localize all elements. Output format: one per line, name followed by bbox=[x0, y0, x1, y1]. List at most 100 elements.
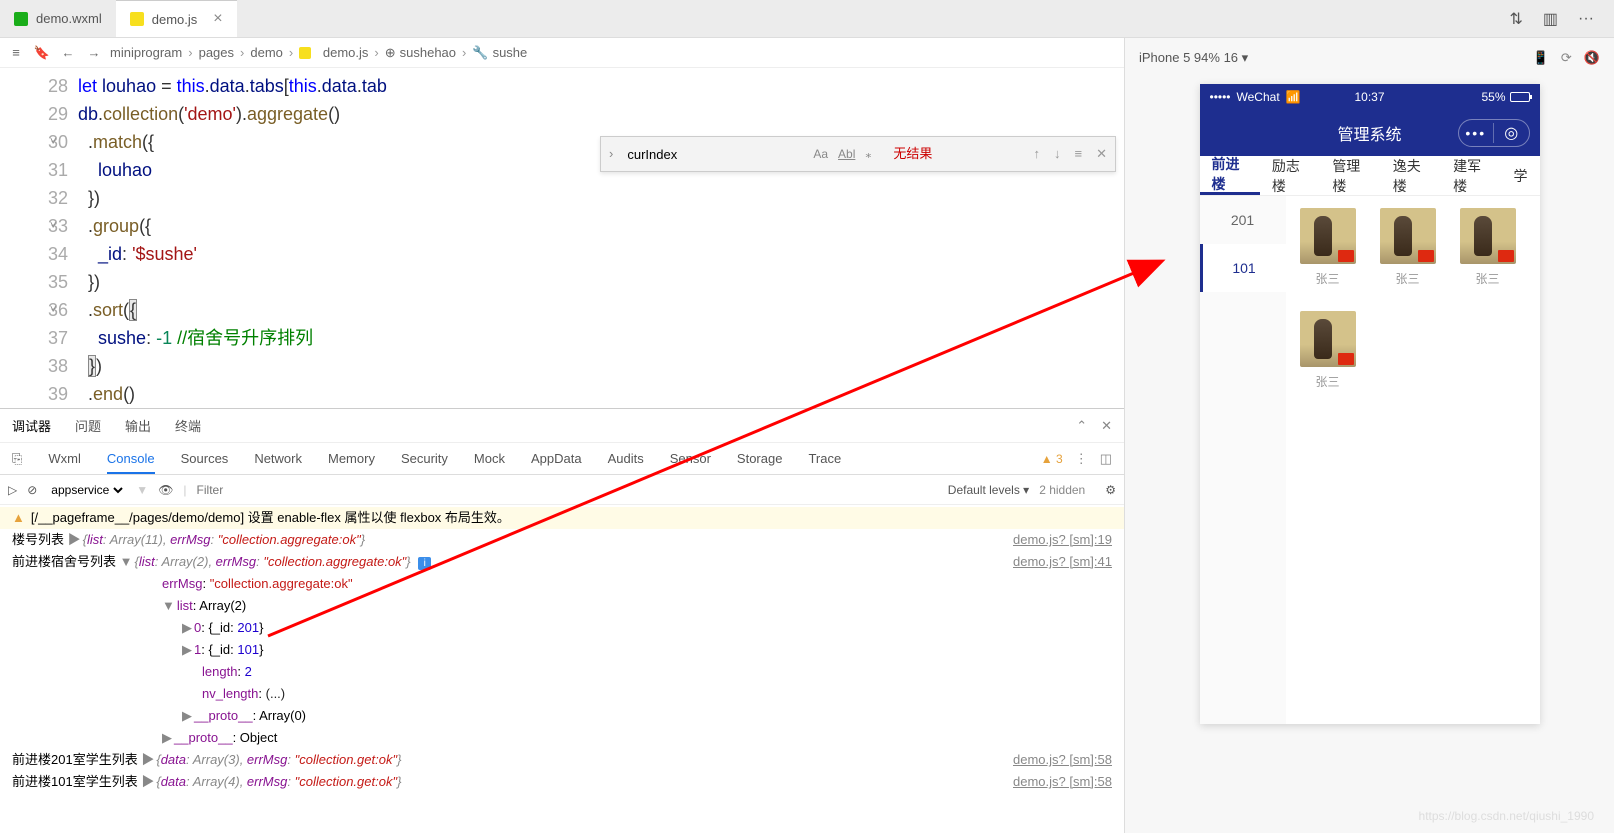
menu-icon[interactable]: ≡ bbox=[6, 43, 26, 63]
tab-audits[interactable]: Audits bbox=[608, 451, 644, 466]
building-tabs: 前进楼 励志楼 管理楼 逸夫楼 建军楼 学 bbox=[1200, 156, 1540, 196]
tab-appdata[interactable]: AppData bbox=[531, 451, 582, 466]
tab-output[interactable]: 输出 bbox=[125, 416, 151, 435]
battery-icon bbox=[1510, 92, 1530, 102]
tab-network[interactable]: Network bbox=[254, 451, 302, 466]
warning-badge[interactable]: ▲ 3 bbox=[1041, 452, 1063, 466]
tab-mock[interactable]: Mock bbox=[474, 451, 505, 466]
close-icon[interactable]: ✕ bbox=[1101, 418, 1112, 434]
prev-match-icon[interactable]: ↑ bbox=[1034, 140, 1041, 168]
tab-sources[interactable]: Sources bbox=[181, 451, 229, 466]
find-in-selection-icon[interactable]: ≡ bbox=[1075, 140, 1083, 168]
whole-word-icon[interactable]: Abl bbox=[838, 140, 855, 168]
tab-building[interactable]: 管理楼 bbox=[1320, 156, 1380, 195]
room-item[interactable]: 101 bbox=[1200, 244, 1286, 292]
breadcrumb-item[interactable]: ⊕ sushehao bbox=[385, 45, 456, 61]
back-icon[interactable]: ← bbox=[58, 43, 78, 63]
status-bar: ••••• WeChat 📶 10:37 55% bbox=[1200, 84, 1540, 110]
console-warn-line: [/__pageframe__/pages/demo/demo] 设置 enab… bbox=[31, 507, 1112, 529]
close-icon[interactable]: × bbox=[213, 10, 222, 28]
tab-console[interactable]: Console bbox=[107, 451, 155, 474]
tab-memory[interactable]: Memory bbox=[328, 451, 375, 466]
tab-building[interactable]: 建军楼 bbox=[1441, 156, 1501, 195]
tab-storage[interactable]: Storage bbox=[737, 451, 783, 466]
breadcrumb-item[interactable]: demo bbox=[250, 45, 283, 60]
tab-trace[interactable]: Trace bbox=[808, 451, 841, 466]
find-bar: › Aa Abl ⁎ 无结果 ↑ ↓ ≡ ✕ bbox=[600, 136, 1116, 172]
tab-building[interactable]: 学 bbox=[1502, 156, 1540, 195]
regex-icon[interactable]: ⁎ bbox=[865, 140, 871, 168]
tab-wxml[interactable]: Wxml bbox=[48, 451, 81, 466]
eye-icon[interactable]: 👁 bbox=[158, 483, 173, 497]
scope-select[interactable]: appservice bbox=[47, 482, 126, 498]
student-card[interactable]: 张三 bbox=[1458, 208, 1518, 287]
source-link[interactable]: demo.js? [sm]:58 bbox=[1013, 771, 1112, 793]
wxml-file-icon bbox=[14, 12, 28, 26]
bookmark-icon[interactable]: 🔖 bbox=[32, 43, 52, 63]
tab-terminal[interactable]: 终端 bbox=[175, 416, 201, 435]
chevron-up-icon[interactable]: ⌃ bbox=[1076, 418, 1087, 434]
breadcrumb-item[interactable]: pages bbox=[199, 45, 234, 60]
clear-icon[interactable]: ⊘ bbox=[27, 483, 37, 497]
code-editor[interactable]: 2829 30˅ 3132 33˅ 3435 36˅ 373839 let lo… bbox=[0, 68, 1124, 408]
find-input[interactable] bbox=[627, 147, 803, 162]
levels-select[interactable]: Default levels ▾ bbox=[948, 483, 1029, 497]
find-result-text: 无结果 bbox=[893, 140, 932, 168]
simulator-header: iPhone 5 94% 16 ▾ 📱 ⟳ 🔇 bbox=[1125, 38, 1614, 78]
tab-demo-js[interactable]: demo.js × bbox=[116, 0, 237, 37]
gear-icon[interactable]: ⚙ bbox=[1105, 483, 1116, 497]
forward-icon[interactable]: → bbox=[84, 43, 104, 63]
dock-icon[interactable]: ◫ bbox=[1100, 451, 1112, 467]
room-item[interactable]: 201 bbox=[1200, 196, 1286, 244]
expand-icon[interactable]: › bbox=[609, 140, 613, 168]
student-card[interactable]: 张三 bbox=[1298, 208, 1358, 287]
device-selector[interactable]: iPhone 5 94% 16 ▾ bbox=[1139, 50, 1521, 66]
source-link[interactable]: demo.js? [sm]:19 bbox=[1013, 529, 1112, 551]
tab-demo-wxml[interactable]: demo.wxml bbox=[0, 0, 116, 37]
simulator-panel: iPhone 5 94% 16 ▾ 📱 ⟳ 🔇 ••••• WeChat 📶 1… bbox=[1124, 38, 1614, 833]
tab-debugger[interactable]: 调试器 bbox=[12, 416, 51, 435]
inspect-icon[interactable]: ⎘ bbox=[12, 451, 22, 467]
source-link[interactable]: demo.js? [sm]:41 bbox=[1013, 551, 1112, 573]
signal-icon: ••••• bbox=[1210, 90, 1231, 104]
compare-icon[interactable]: ⇅ bbox=[1509, 9, 1522, 29]
device-icon[interactable]: 📱 bbox=[1533, 50, 1549, 66]
avatar bbox=[1380, 208, 1436, 264]
more-icon[interactable]: ⋮ bbox=[1075, 451, 1088, 467]
capsule-button[interactable] bbox=[1458, 119, 1530, 147]
play-icon[interactable]: ▷ bbox=[8, 483, 17, 497]
match-case-icon[interactable]: Aa bbox=[813, 140, 828, 168]
code-content: let louhao = this.data.tabs[this.data.ta… bbox=[78, 68, 387, 408]
time-label: 10:37 bbox=[1354, 90, 1384, 104]
info-icon[interactable]: i bbox=[418, 557, 431, 570]
tab-sensor[interactable]: Sensor bbox=[670, 451, 711, 466]
breadcrumb-item[interactable]: demo.js bbox=[299, 45, 368, 60]
source-link[interactable]: demo.js? [sm]:58 bbox=[1013, 749, 1112, 771]
close-icon[interactable]: ✕ bbox=[1096, 140, 1107, 168]
hidden-count: 2 hidden bbox=[1039, 483, 1085, 497]
more-icon[interactable]: ··· bbox=[1578, 10, 1594, 28]
console-body[interactable]: ▲[/__pageframe__/pages/demo/demo] 设置 ena… bbox=[0, 505, 1124, 833]
battery-percent: 55% bbox=[1481, 90, 1505, 104]
breadcrumb-item[interactable]: 🔧 sushe bbox=[472, 45, 527, 61]
rotate-icon[interactable]: ⟳ bbox=[1561, 50, 1572, 66]
devtools-tabs: ⎘ Wxml Console Sources Network Memory Se… bbox=[0, 443, 1124, 475]
breadcrumb-item[interactable]: miniprogram bbox=[110, 45, 182, 60]
tab-building[interactable]: 前进楼 bbox=[1200, 156, 1260, 195]
avatar bbox=[1460, 208, 1516, 264]
tab-building[interactable]: 励志楼 bbox=[1260, 156, 1320, 195]
student-card[interactable]: 张三 bbox=[1298, 311, 1358, 390]
student-card[interactable]: 张三 bbox=[1378, 208, 1438, 287]
next-match-icon[interactable]: ↓ bbox=[1054, 140, 1061, 168]
tab-security[interactable]: Security bbox=[401, 451, 448, 466]
split-icon[interactable]: ▥ bbox=[1543, 9, 1558, 29]
avatar bbox=[1300, 208, 1356, 264]
watermark: https://blog.csdn.net/qiushi_1990 bbox=[1419, 809, 1594, 823]
tab-label: demo.js bbox=[152, 12, 198, 27]
page-title: 管理系统 bbox=[1337, 121, 1401, 145]
tab-problems[interactable]: 问题 bbox=[75, 416, 101, 435]
filter-input[interactable] bbox=[197, 483, 938, 497]
student-grid: 张三 张三 张三 张三 bbox=[1286, 196, 1540, 724]
mute-icon[interactable]: 🔇 bbox=[1584, 50, 1600, 66]
tab-building[interactable]: 逸夫楼 bbox=[1381, 156, 1441, 195]
